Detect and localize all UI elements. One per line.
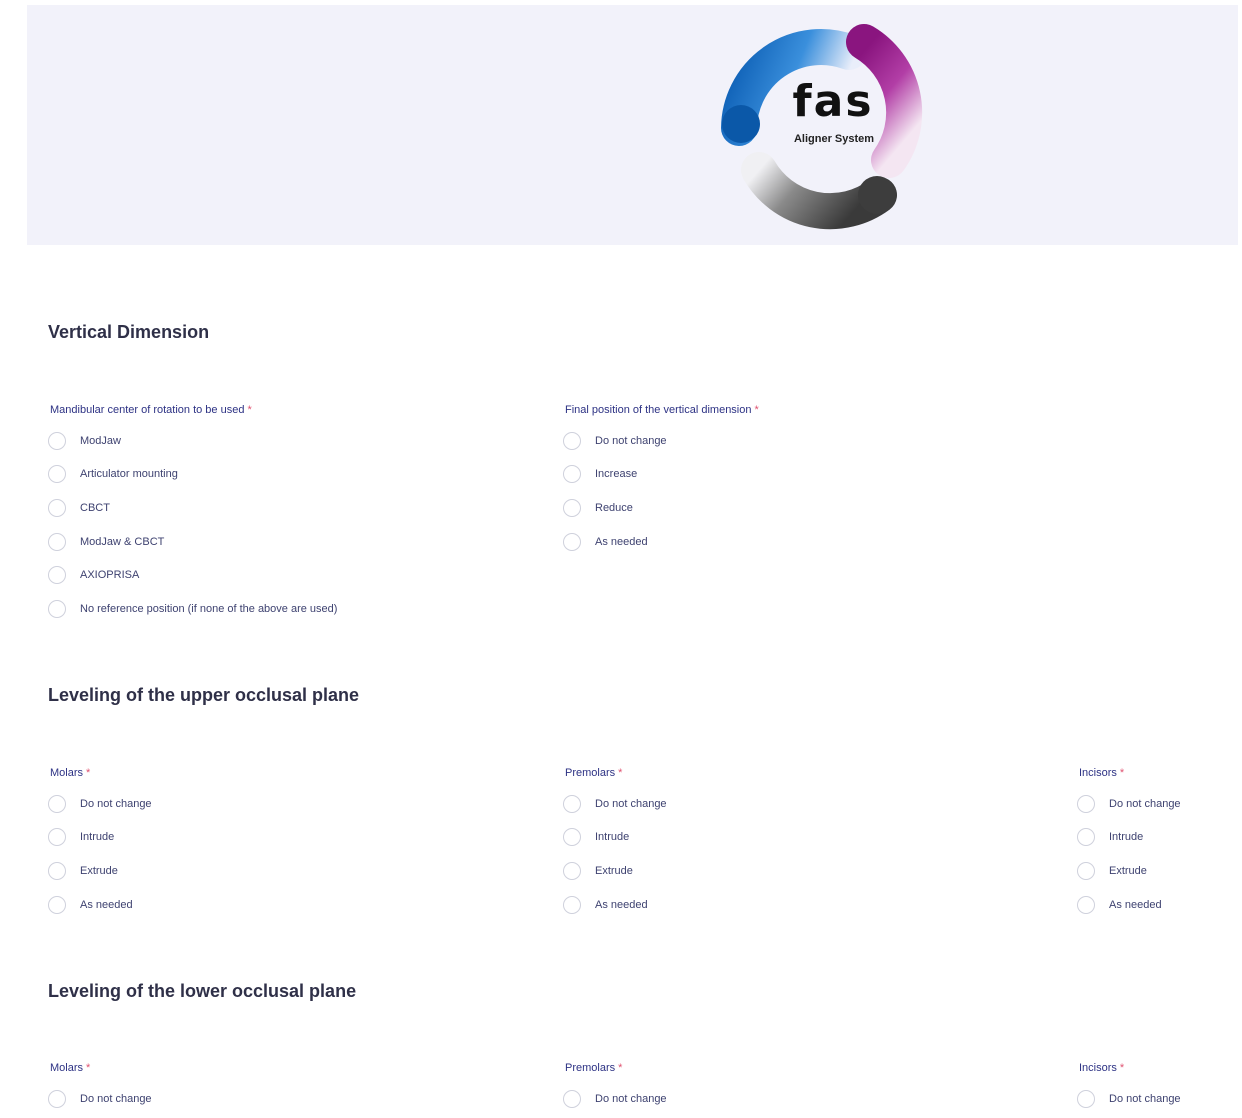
radio-option-articulator-mounting[interactable]: Articulator mounting bbox=[48, 458, 337, 492]
radio-button[interactable] bbox=[1077, 895, 1095, 914]
radio-button[interactable] bbox=[563, 431, 581, 450]
radio-button[interactable] bbox=[48, 599, 66, 618]
radio-button[interactable] bbox=[48, 861, 66, 880]
question-lower-incisors: Incisors * Do not change bbox=[1077, 1060, 1181, 1116]
radio-option-modjaw[interactable]: ModJaw bbox=[48, 424, 337, 458]
radio-button[interactable] bbox=[48, 794, 66, 813]
radio-button[interactable] bbox=[563, 1089, 581, 1108]
radio-button[interactable] bbox=[48, 895, 66, 914]
radio-option-as-needed[interactable]: As needed bbox=[563, 525, 759, 559]
question-label: Incisors * bbox=[1079, 1062, 1125, 1074]
radio-option-as-needed[interactable]: As needed bbox=[563, 888, 667, 922]
question-lower-premolars: Premolars * Do not change bbox=[563, 1060, 667, 1116]
radio-button[interactable] bbox=[563, 498, 581, 517]
radio-button[interactable] bbox=[563, 532, 581, 551]
required-marker: * bbox=[247, 404, 252, 416]
radio-button[interactable] bbox=[48, 1089, 66, 1108]
radio-option-axioprisa[interactable]: AXIOPRISA bbox=[48, 558, 337, 592]
radio-option-as-needed[interactable]: As needed bbox=[1077, 888, 1181, 922]
radio-button[interactable] bbox=[563, 895, 581, 914]
logo-wordmark: fas bbox=[792, 76, 874, 127]
radio-button[interactable] bbox=[48, 498, 66, 517]
radio-button[interactable] bbox=[563, 794, 581, 813]
question-label: Molars * bbox=[50, 767, 91, 779]
radio-button[interactable] bbox=[48, 828, 66, 847]
radio-option-do-not-change[interactable]: Do not change bbox=[563, 787, 667, 821]
required-marker: * bbox=[618, 1062, 623, 1074]
question-upper-premolars: Premolars * Do not change Intrude Extrude… bbox=[563, 765, 667, 922]
question-lower-molars: Molars * Do not change bbox=[48, 1060, 152, 1116]
radio-option-cbct[interactable]: CBCT bbox=[48, 491, 337, 525]
radio-button[interactable] bbox=[48, 431, 66, 450]
radio-button[interactable] bbox=[1077, 861, 1095, 880]
radio-option-do-not-change[interactable]: Do not change bbox=[563, 1082, 667, 1116]
radio-option-do-not-change[interactable]: Do not change bbox=[1077, 787, 1181, 821]
radio-option-do-not-change[interactable]: Do not change bbox=[48, 787, 152, 821]
question-label: Final position of the vertical dimension… bbox=[565, 404, 759, 416]
form-header: fas Aligner System bbox=[27, 5, 1238, 245]
radio-option-do-not-change[interactable]: Do not change bbox=[563, 424, 759, 458]
question-mandibular-center: Mandibular center of rotation to be used… bbox=[48, 402, 337, 626]
radio-option-intrude[interactable]: Intrude bbox=[1077, 821, 1181, 855]
required-marker: * bbox=[1119, 1062, 1125, 1074]
radio-option-do-not-change[interactable]: Do not change bbox=[1077, 1082, 1181, 1116]
radio-option-intrude[interactable]: Intrude bbox=[563, 821, 667, 855]
required-marker: * bbox=[86, 1062, 91, 1074]
radio-button[interactable] bbox=[48, 465, 66, 484]
radio-button[interactable] bbox=[563, 465, 581, 484]
radio-button[interactable] bbox=[563, 828, 581, 847]
radio-button[interactable] bbox=[48, 532, 66, 551]
section-title-lower-occlusal-plane: Leveling of the lower occlusal plane bbox=[48, 981, 357, 1001]
question-label: Mandibular center of rotation to be used… bbox=[50, 404, 252, 416]
radio-option-extrude[interactable]: Extrude bbox=[48, 854, 152, 888]
question-upper-molars: Molars * Do not change Intrude Extrude As… bbox=[48, 765, 152, 922]
radio-button[interactable] bbox=[48, 566, 66, 585]
radio-button[interactable] bbox=[563, 861, 581, 880]
question-label: Incisors * bbox=[1079, 767, 1125, 779]
radio-button[interactable] bbox=[1077, 828, 1095, 847]
question-label: Molars * bbox=[50, 1062, 91, 1074]
logo-subtitle: Aligner System bbox=[793, 133, 875, 145]
radio-option-modjaw-cbct[interactable]: ModJaw & CBCT bbox=[48, 525, 337, 559]
radio-option-as-needed[interactable]: As needed bbox=[48, 888, 152, 922]
fas-logo: fas Aligner System bbox=[689, 10, 949, 242]
question-final-position: Final position of the vertical dimension… bbox=[563, 402, 759, 559]
radio-button[interactable] bbox=[1077, 1089, 1095, 1108]
section-title-vertical-dimension: Vertical Dimension bbox=[48, 322, 210, 342]
required-marker: * bbox=[86, 767, 91, 779]
radio-option-no-reference[interactable]: No reference position (if none of the ab… bbox=[48, 592, 337, 626]
radio-option-do-not-change[interactable]: Do not change bbox=[48, 1082, 152, 1116]
question-label: Premolars * bbox=[565, 767, 623, 779]
radio-button[interactable] bbox=[1077, 794, 1095, 813]
radio-option-reduce[interactable]: Reduce bbox=[563, 491, 759, 525]
required-marker: * bbox=[618, 767, 623, 779]
required-marker: * bbox=[1119, 767, 1125, 779]
radio-option-extrude[interactable]: Extrude bbox=[1077, 854, 1181, 888]
question-upper-incisors: Incisors * Do not change Intrude Extrude … bbox=[1077, 765, 1181, 922]
question-label: Premolars * bbox=[565, 1062, 623, 1074]
required-marker: * bbox=[754, 404, 759, 416]
section-title-upper-occlusal-plane: Leveling of the upper occlusal plane bbox=[48, 685, 360, 705]
radio-option-extrude[interactable]: Extrude bbox=[563, 854, 667, 888]
radio-option-intrude[interactable]: Intrude bbox=[48, 821, 152, 855]
radio-option-increase[interactable]: Increase bbox=[563, 458, 759, 492]
